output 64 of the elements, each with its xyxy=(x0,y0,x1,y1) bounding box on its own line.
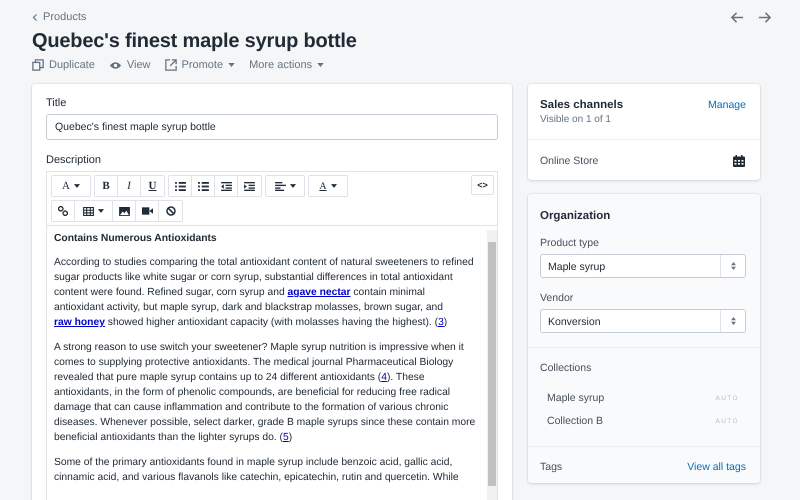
video-camera-icon xyxy=(142,207,152,215)
content-link[interactable]: 4 xyxy=(381,372,387,383)
select-field[interactable]: Maple syrup xyxy=(540,254,746,278)
link-icon xyxy=(58,206,68,216)
caret-down-icon xyxy=(317,63,324,67)
select-field[interactable]: Konversion xyxy=(540,309,746,333)
field-label: Description xyxy=(46,154,102,166)
arrow-left-icon[interactable] xyxy=(730,10,745,24)
color-button[interactable]: A xyxy=(309,176,347,196)
field-label: Title xyxy=(46,97,68,109)
card-subtitle: Visible on 1 of 1 xyxy=(540,114,612,125)
breadcrumb-link[interactable]: Products xyxy=(32,11,86,23)
calendar-icon[interactable] xyxy=(733,155,745,167)
content-heading: Contains Numerous Antioxidants xyxy=(54,232,218,246)
page-title: Quebec's finest maple syrup bottle xyxy=(32,30,358,53)
manage-link[interactable]: Manage xyxy=(708,99,746,125)
arrow-right-icon[interactable] xyxy=(757,10,772,24)
outdent-icon xyxy=(220,182,232,190)
align-left-icon xyxy=(274,182,286,190)
numbered-list-icon xyxy=(198,182,208,190)
action-button[interactable]: Promote xyxy=(164,59,236,71)
card-title: Sales channels xyxy=(540,99,624,111)
content-paragraph: A strong reason to use switch your sweetener? Maple syrup nutrition is impressive when it comes to supplying protective antioxidants. The medical journal Pharmaceutical Biology revealed that pure maple syrup contains up to 24 different antioxidants (4). These antioxidants, in the form of phenolic compounds, are beneficial for reducing free radical damage that can cause inflammation and contribute to the formation of various chronic diseases. Whenever possible, select darker, grade B maple syrups since these contain more beneficial antioxidants than the lighter syrups do. (5) xyxy=(54,341,476,445)
html-button[interactable]: <> xyxy=(471,175,494,195)
duplicate-icon xyxy=(32,59,44,71)
title-input[interactable]: Quebec's finest maple syrup bottle xyxy=(46,114,498,140)
content-link[interactable]: 3 xyxy=(438,317,444,328)
caret-down-icon xyxy=(98,209,104,213)
chevron-left-icon xyxy=(32,12,38,22)
select-arrows-icon xyxy=(730,262,736,270)
link-button[interactable] xyxy=(52,201,75,221)
content-link[interactable]: 5 xyxy=(282,432,289,443)
field-label: Product type xyxy=(540,237,600,249)
section-label: Collections xyxy=(540,362,592,374)
caret-down-icon xyxy=(228,63,236,67)
caret-down-icon xyxy=(290,184,296,188)
eye-icon xyxy=(108,60,122,70)
content-link[interactable]: agave nectar xyxy=(288,287,351,298)
action-button[interactable]: View xyxy=(108,59,151,71)
action-button[interactable]: Duplicate xyxy=(32,59,95,71)
table-icon xyxy=(83,206,94,216)
action-button[interactable]: More actions xyxy=(249,59,324,71)
scrollbar[interactable] xyxy=(487,230,497,500)
collection-name: Maple syrup xyxy=(547,392,604,404)
content-paragraph: Some of the primary antioxidants found in maple syrup include benzoic acid, gallic acid, cinnamic acid, and various flavanols like catechin, epicatechin, rutin and quercetin. While xyxy=(54,456,460,485)
content-link[interactable]: raw honey xyxy=(54,317,105,328)
field-label: Vendor xyxy=(540,292,574,304)
card-title: Organization xyxy=(540,210,612,222)
external-link-icon xyxy=(164,59,177,71)
no-sign-icon xyxy=(166,206,176,216)
collection-name: Collection B xyxy=(547,415,604,427)
bulleted-list-icon xyxy=(174,182,186,190)
caret-down-icon xyxy=(330,184,337,188)
bullets-button[interactable] xyxy=(169,176,192,196)
bold-button[interactable]: B xyxy=(95,176,118,196)
image-icon xyxy=(118,206,130,216)
caret-down-icon xyxy=(74,184,80,188)
indent-icon xyxy=(244,182,255,190)
content-paragraph: According to studies comparing the total antioxidant content of natural sweeteners to refined sugar products like white sugar or corn syrup, substantial differences in total antioxidant content were found. Refined sugar, corn syrup and agave nectar contain minimal antioxidant activity, but maple syrup, dark and blackstrap molasses, brown sugar, and raw honey showed higher antioxidant capacity (with molasses having the highest). (3) xyxy=(54,256,475,330)
select-arrows-icon xyxy=(730,317,736,325)
section-label: Tags xyxy=(540,461,562,473)
channel-name: Online Store xyxy=(540,155,598,167)
view-tags-link[interactable]: View all tags xyxy=(687,461,746,473)
font-button[interactable]: A xyxy=(52,176,90,196)
